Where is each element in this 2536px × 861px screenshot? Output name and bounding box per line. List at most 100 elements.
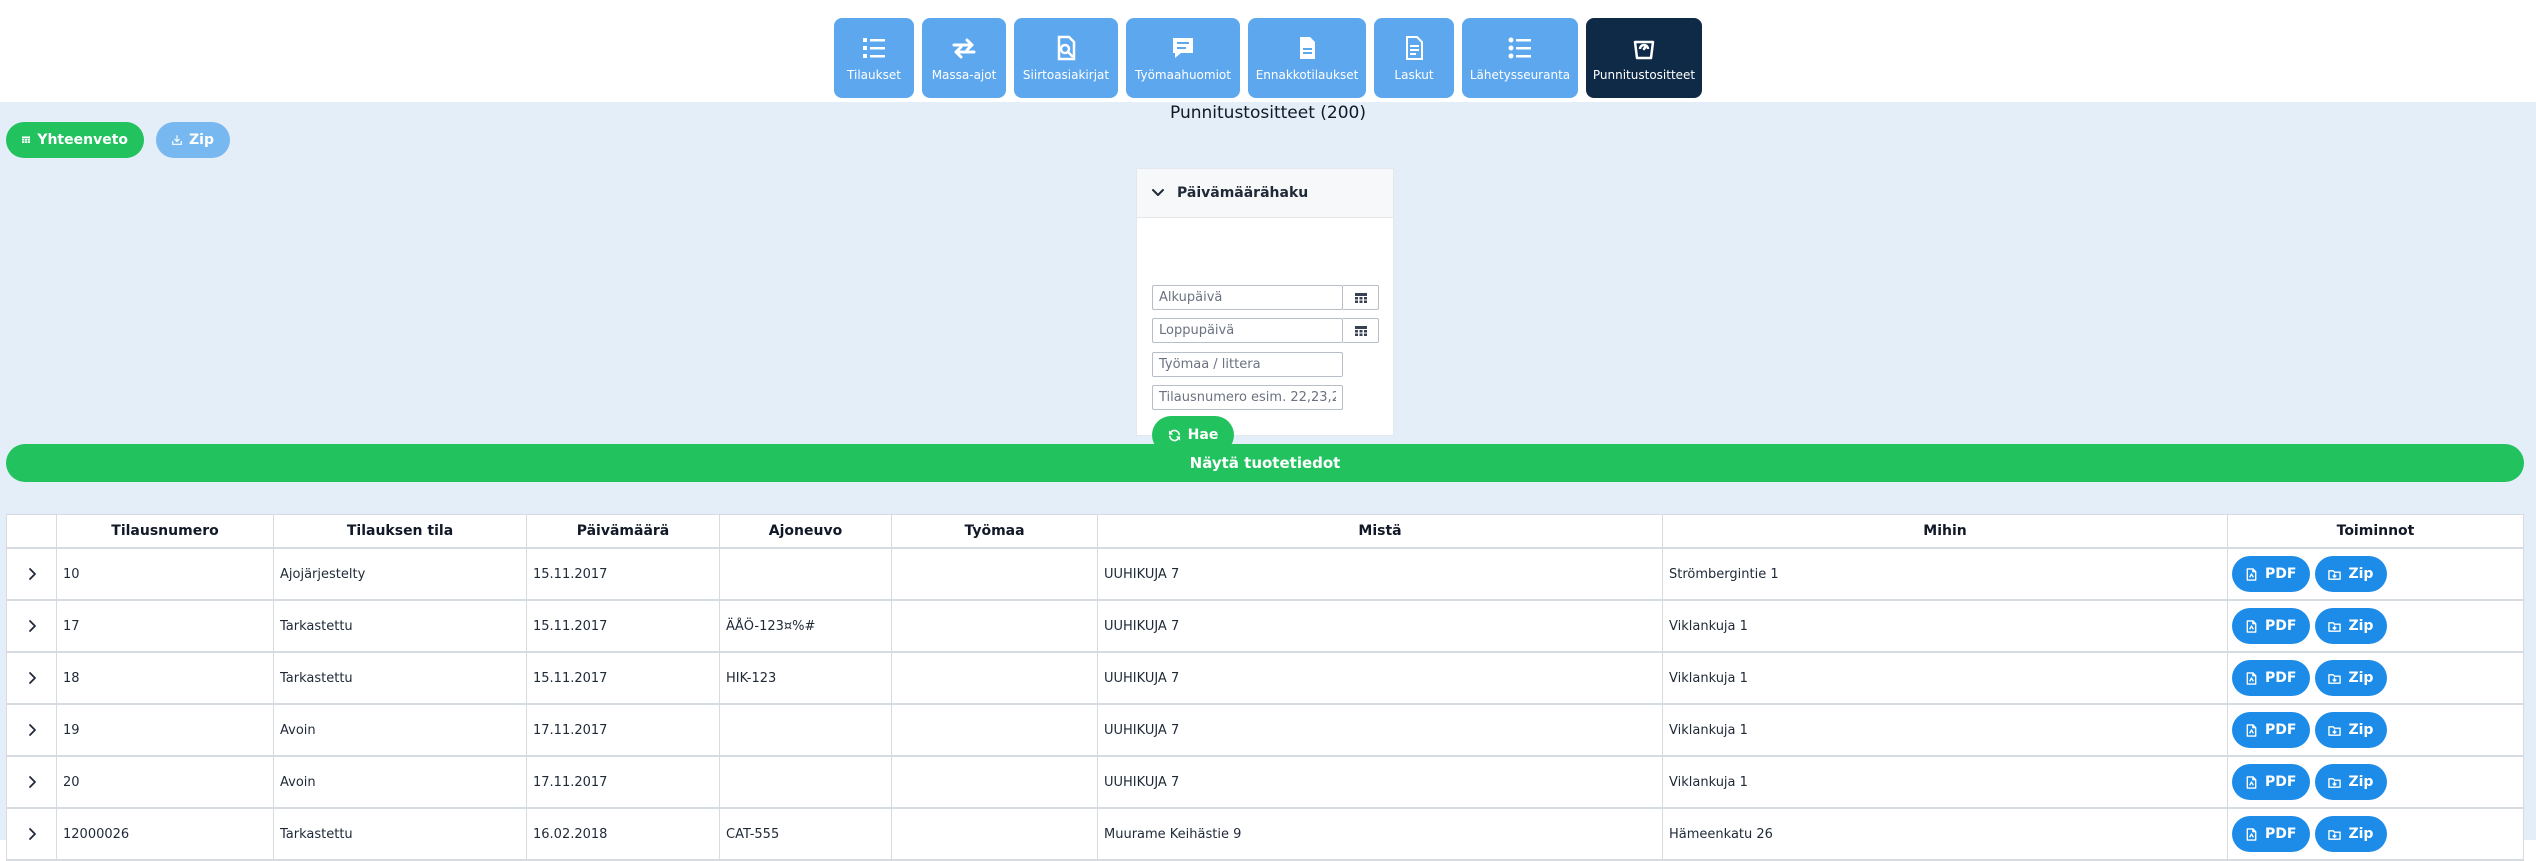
order-number-input[interactable] <box>1152 385 1343 410</box>
nav-tyomaahuomiot[interactable]: Työmaahuomiot <box>1126 18 1240 98</box>
nav-punnitustositteet[interactable]: Punnitustositteet <box>1586 18 1702 98</box>
site-cell <box>892 757 1098 807</box>
date-cell: 17.11.2017 <box>527 705 720 755</box>
nav-bar: Tilaukset Massa-ajot Siirtoasiakirjat Ty… <box>0 18 2536 98</box>
site-cell <box>892 809 1098 859</box>
date-filter-toggle[interactable]: Päivämäärähaku <box>1137 169 1393 218</box>
file-pdf-icon <box>2246 723 2257 737</box>
pdf-button[interactable]: PDF <box>2232 660 2311 696</box>
expand-row-button[interactable] <box>6 601 57 651</box>
chevron-right-icon <box>28 828 36 840</box>
zip-button-label: Zip <box>2348 618 2374 634</box>
order-status-cell: Tarkastettu <box>274 601 527 651</box>
search-button-label: Hae <box>1187 427 1219 443</box>
summary-button-label: Yhteenveto <box>37 132 128 148</box>
column-header[interactable]: Päivämäärä <box>527 515 720 547</box>
page-title: Punnitustositteet (200) <box>1170 103 1366 123</box>
date-cell: 15.11.2017 <box>527 653 720 703</box>
pdf-button-label: PDF <box>2265 670 2297 686</box>
vehicle-cell: CAT-555 <box>720 809 892 859</box>
site-cell <box>892 601 1098 651</box>
column-header[interactable]: Mihin <box>1663 515 2228 547</box>
top-navigation: Tilaukset Massa-ajot Siirtoasiakirjat Ty… <box>0 0 2536 102</box>
zip-button-label: Zip <box>2348 722 2374 738</box>
zip-button-label: Zip <box>2348 566 2374 582</box>
expand-row-button[interactable] <box>6 757 57 807</box>
pdf-button[interactable]: PDF <box>2232 764 2311 800</box>
to-cell: Strömbergintie 1 <box>1663 549 2228 599</box>
nav-label: Työmaahuomiot <box>1135 68 1231 82</box>
order-number-cell: 19 <box>57 705 274 755</box>
file-pdf-icon <box>2246 827 2257 841</box>
column-header[interactable]: Tilausnumero <box>57 515 274 547</box>
date-cell: 15.11.2017 <box>527 549 720 599</box>
download-icon <box>172 135 182 145</box>
end-date-calendar-button[interactable] <box>1343 318 1379 343</box>
column-header[interactable]: Työmaa <box>892 515 1098 547</box>
column-header[interactable]: Tilauksen tila <box>274 515 527 547</box>
expand-row-button[interactable] <box>6 549 57 599</box>
zip-button[interactable]: Zip <box>2315 660 2388 696</box>
column-header[interactable]: Ajoneuvo <box>720 515 892 547</box>
nav-ennakkotilaukset[interactable]: Ennakkotilaukset <box>1248 18 1366 98</box>
summary-button[interactable]: Yhteenveto <box>6 122 144 158</box>
nav-massa-ajot[interactable]: Massa-ajot <box>922 18 1006 98</box>
column-header: Toiminnot <box>2228 515 2524 547</box>
vehicle-cell <box>720 549 892 599</box>
nav-siirtoasiakirjat[interactable]: Siirtoasiakirjat <box>1014 18 1118 98</box>
start-date-input[interactable] <box>1152 285 1343 310</box>
nav-laskut[interactable]: Laskut <box>1374 18 1454 98</box>
table-row: 20 Avoin 17.11.2017 UUHIKUJA 7 Viklankuj… <box>6 757 2524 809</box>
end-date-input[interactable] <box>1152 318 1343 343</box>
column-header[interactable]: Mistä <box>1098 515 1663 547</box>
nav-label: Laskut <box>1394 68 1434 82</box>
start-date-calendar-button[interactable] <box>1343 285 1379 310</box>
folder-zip-icon <box>2328 777 2342 788</box>
nav-label: Ennakkotilaukset <box>1255 68 1359 82</box>
pdf-button-label: PDF <box>2265 618 2297 634</box>
actions-cell: PDF Zip <box>2228 653 2524 703</box>
order-status-cell: Avoin <box>274 757 527 807</box>
nav-label: Massa-ajot <box>931 68 997 82</box>
vehicle-cell: HIK-123 <box>720 653 892 703</box>
from-cell: UUHIKUJA 7 <box>1098 653 1663 703</box>
vehicle-cell <box>720 757 892 807</box>
table-row: 10 Ajojärjestelty 15.11.2017 UUHIKUJA 7 … <box>6 549 2524 601</box>
site-input[interactable] <box>1152 352 1343 377</box>
to-cell: Viklankuja 1 <box>1663 653 2228 703</box>
zip-button[interactable]: Zip <box>2315 764 2388 800</box>
from-cell: Muurame Keihästie 9 <box>1098 809 1663 859</box>
table-icon <box>22 136 31 143</box>
date-cell: 17.11.2017 <box>527 757 720 807</box>
pdf-button[interactable]: PDF <box>2232 556 2311 592</box>
table-row: 19 Avoin 17.11.2017 UUHIKUJA 7 Viklankuj… <box>6 705 2524 757</box>
to-cell: Viklankuja 1 <box>1663 601 2228 651</box>
zip-button[interactable]: Zip <box>2315 712 2388 748</box>
zip-button[interactable]: Zip <box>2315 608 2388 644</box>
chevron-right-icon <box>28 776 36 788</box>
order-number-cell: 10 <box>57 549 274 599</box>
site-cell <box>892 653 1098 703</box>
nav-lahetysseuranta[interactable]: Lähetysseuranta <box>1462 18 1578 98</box>
nav-tilaukset[interactable]: Tilaukset <box>834 18 914 98</box>
pdf-button[interactable]: PDF <box>2232 712 2311 748</box>
zip-all-button[interactable]: Zip <box>156 122 230 158</box>
file-icon <box>1300 37 1315 59</box>
expand-row-button[interactable] <box>6 653 57 703</box>
vehicle-cell <box>720 705 892 755</box>
from-cell: UUHIKUJA 7 <box>1098 601 1663 651</box>
order-status-cell: Ajojärjestelty <box>274 549 527 599</box>
pdf-button[interactable]: PDF <box>2232 816 2311 852</box>
pdf-button-label: PDF <box>2265 774 2297 790</box>
expand-row-button[interactable] <box>6 705 57 755</box>
actions-cell: PDF Zip <box>2228 705 2524 755</box>
zip-button[interactable]: Zip <box>2315 816 2388 852</box>
expand-row-button[interactable] <box>6 809 57 859</box>
file-search-icon <box>1057 35 1076 61</box>
actions-cell: PDF Zip <box>2228 809 2524 859</box>
pdf-button[interactable]: PDF <box>2232 608 2311 644</box>
zip-button[interactable]: Zip <box>2315 556 2388 592</box>
actions-cell: PDF Zip <box>2228 549 2524 599</box>
site-cell <box>892 705 1098 755</box>
show-products-button[interactable]: Näytä tuotetiedot <box>6 444 2524 482</box>
